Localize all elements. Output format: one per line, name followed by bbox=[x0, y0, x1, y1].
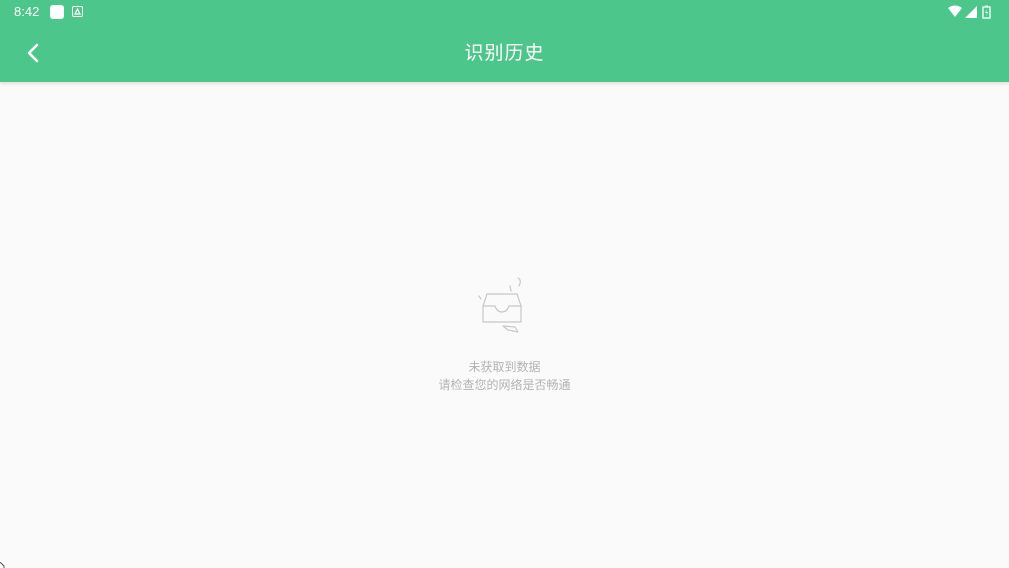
notification-app-icon bbox=[72, 6, 83, 17]
notification-square-icon bbox=[50, 5, 64, 19]
wifi-icon bbox=[948, 5, 962, 17]
empty-message-hint: 请检查您的网络是否畅通 bbox=[438, 378, 571, 392]
app-bar: 识别历史 bbox=[0, 24, 1009, 82]
empty-message-title: 未获取到数据 bbox=[468, 360, 541, 374]
page-title: 识别历史 bbox=[464, 42, 545, 64]
empty-state: 未获取到数据 请检查您的网络是否畅通 bbox=[0, 272, 1009, 394]
status-right-icons bbox=[947, 4, 997, 20]
status-bar: 8:42 bbox=[0, 0, 1009, 24]
corner-mark-icon bbox=[0, 562, 5, 568]
cellular-signal-icon bbox=[965, 6, 977, 18]
status-time: 8:42 bbox=[14, 4, 40, 19]
battery-icon bbox=[982, 5, 991, 19]
empty-inbox-icon bbox=[477, 277, 522, 333]
